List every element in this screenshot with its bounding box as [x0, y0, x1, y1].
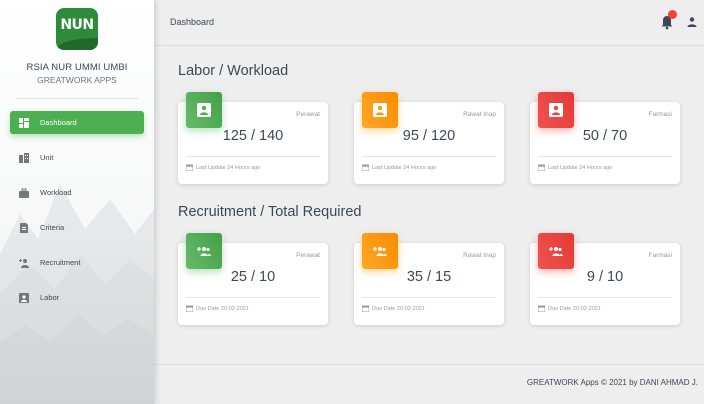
criteria-icon [18, 222, 30, 234]
sidebar-item-dashboard[interactable]: Dashboard [10, 111, 144, 134]
recruitment-card-rawat-inap[interactable]: Rawat Inap 35 / 15 Due Date 20-02-2021 [354, 233, 504, 325]
sidebar-item-label: Recruitment [40, 258, 81, 267]
sidebar-item-label: Unit [40, 153, 54, 162]
card-category: Rawat Inap [463, 252, 496, 259]
sidebar: NUN RSIA NUR UMMI UMBI GREATWORK APPS Da… [0, 0, 154, 404]
recruitment-icon [18, 257, 30, 269]
card-divider [186, 297, 320, 298]
card-value: 50 / 70 [582, 128, 628, 144]
card-footer: Due Date 20-02-2021 [186, 305, 249, 312]
unit-icon [18, 152, 30, 164]
sidebar-item-recruitment[interactable]: Recruitment [10, 251, 144, 274]
dashboard-icon [18, 117, 30, 129]
sidebar-item-label: Labor [40, 293, 60, 302]
labor-card-farmasi[interactable]: Farmasi 50 / 70 Last Update 24 Hours ago [530, 92, 680, 184]
brand-subtitle: GREATWORK APPS [37, 75, 117, 85]
group-add-icon [197, 247, 211, 256]
sidebar-item-labor[interactable]: Labor [10, 286, 144, 309]
card-footer-text: Due Date 20-02-2021 [196, 305, 249, 312]
brand-title: RSIA NUR UMMI UMBI [26, 62, 128, 73]
labor-card-perawat[interactable]: Perawat 125 / 140 Last Update 24 Hours a… [178, 92, 328, 184]
card-footer-text: Last Update 24 Hours ago [372, 164, 437, 171]
card-category: Perawat [296, 252, 320, 259]
card-divider [362, 156, 496, 157]
logo-wave [56, 38, 98, 50]
logo-text: NUN [60, 17, 94, 33]
calendar-icon [362, 164, 369, 171]
recruitment-card-farmasi[interactable]: Farmasi 9 / 10 Due Date 20-02-2021 [530, 233, 680, 325]
account-box-icon [549, 103, 563, 117]
calendar-icon [186, 305, 193, 312]
sidebar-item-criteria[interactable]: Criteria [10, 216, 144, 239]
card-category: Perawat [296, 111, 320, 118]
card-value: 125 / 140 [222, 128, 284, 144]
card-category: Farmasi [648, 252, 672, 259]
notification-button[interactable] [658, 10, 677, 30]
group-add-icon [549, 247, 563, 256]
card-footer: Due Date 20-02-2021 [538, 305, 601, 312]
calendar-icon [538, 164, 545, 171]
person-icon[interactable] [686, 16, 698, 28]
card-icon-box [186, 233, 222, 269]
card-icon-box [538, 92, 574, 128]
footer-copyright: GREATWORK Apps © 2021 by DANI AHMAD J. [526, 378, 698, 387]
footer: GREATWORK Apps © 2021 by DANI AHMAD J. [154, 364, 704, 404]
card-icon-box [538, 233, 574, 269]
card-value: 95 / 120 [402, 128, 456, 144]
topbar: Dashboard [154, 0, 704, 46]
sidebar-item-label: Criteria [40, 223, 65, 232]
sidebar-nav: Dashboard Unit Workload Criteria Recruit… [0, 111, 154, 321]
account-box-icon [197, 103, 211, 117]
card-footer-text: Last Update 24 Hours ago [196, 164, 261, 171]
brand-logo-container: NUN [0, 8, 154, 55]
sidebar-item-label: Dashboard [40, 118, 77, 127]
labor-card-rawat-inap[interactable]: Rawat Inap 95 / 120 Last Update 24 Hours… [354, 92, 504, 184]
card-divider [538, 297, 672, 298]
recruitment-card-perawat[interactable]: Perawat 25 / 10 Due Date 20-02-2021 [178, 233, 328, 325]
page-title: Dashboard [170, 17, 215, 27]
card-footer-text: Due Date 20-02-2021 [372, 305, 425, 312]
group-add-icon [373, 247, 387, 256]
section-title-recruitment: Recruitment / Total Required [178, 204, 362, 220]
card-divider [362, 297, 496, 298]
section-title-labor: Labor / Workload [178, 63, 289, 79]
sidebar-item-unit[interactable]: Unit [10, 146, 144, 169]
account-box-icon [373, 103, 387, 117]
card-divider [538, 156, 672, 157]
notification-badge [668, 10, 677, 19]
card-value: 25 / 10 [230, 269, 276, 285]
card-footer-text: Last Update 24 Hours ago [548, 164, 613, 171]
card-footer-text: Due Date 20-02-2021 [548, 305, 601, 312]
card-icon-box [362, 233, 398, 269]
card-footer: Last Update 24 Hours ago [186, 164, 260, 171]
card-footer: Due Date 20-02-2021 [362, 305, 425, 312]
card-value: 9 / 10 [586, 269, 624, 285]
card-divider [186, 156, 320, 157]
card-value: 35 / 15 [406, 269, 452, 285]
card-footer: Last Update 24 Hours ago [362, 164, 436, 171]
labor-icon [18, 292, 30, 304]
sidebar-item-label: Workload [40, 188, 72, 197]
card-footer: Last Update 24 Hours ago [538, 164, 612, 171]
card-icon-box [186, 92, 222, 128]
brand-divider [16, 98, 138, 99]
calendar-icon [362, 305, 369, 312]
card-icon-box [362, 92, 398, 128]
brand-logo[interactable]: NUN [56, 8, 98, 50]
card-category: Farmasi [648, 111, 672, 118]
sidebar-item-workload[interactable]: Workload [10, 181, 144, 204]
calendar-icon [186, 164, 193, 171]
card-category: Rawat Inap [463, 111, 496, 118]
workload-icon [18, 187, 30, 199]
calendar-icon [538, 305, 545, 312]
